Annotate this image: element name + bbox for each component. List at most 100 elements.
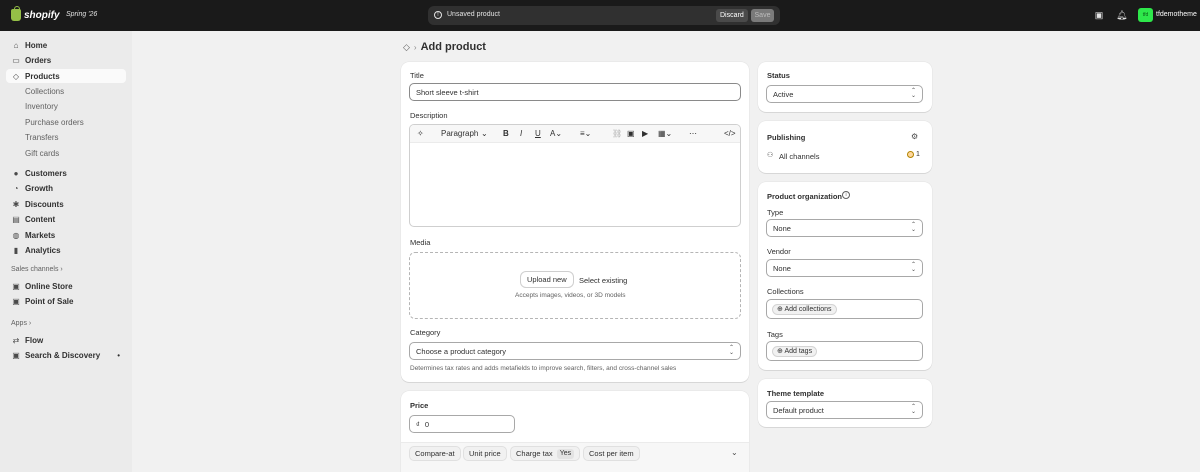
tags-input[interactable]: ⊕ Add tags — [766, 341, 923, 361]
category-label: Category — [410, 328, 441, 337]
title-input[interactable]: Short sleeve t-shirt — [409, 83, 741, 101]
channel-count: 1 — [916, 151, 920, 158]
media-dropzone[interactable] — [409, 252, 741, 319]
theme-template-label: Theme template — [767, 389, 825, 398]
sales-channels-heading[interactable]: Sales channels › — [11, 266, 63, 273]
sidebar-subitem-inventory[interactable]: Inventory — [25, 102, 58, 111]
chevron-up-down-icon: ⌃ ⌄ — [910, 222, 916, 233]
sidebar-item-label: Discounts — [25, 199, 64, 209]
compare-at-chip[interactable]: Compare-at — [409, 446, 461, 461]
description-editor[interactable]: ✧ Paragraph ⌄ B I U A⌄ ≡⌄ ⛓︎ ▣ ▶ ▦⌄ ⋯ </… — [409, 124, 741, 227]
organization-label: Product organization — [767, 192, 842, 201]
chip-label: Compare-at — [415, 449, 455, 458]
sidebar-item-label: Markets — [25, 230, 56, 240]
sidebar-item-label: Products — [25, 71, 60, 81]
type-select[interactable]: None ⌃ ⌄ — [766, 219, 923, 237]
discount-icon: ✱ — [12, 199, 20, 209]
store-name[interactable]: tfdemotheme — [1156, 11, 1197, 18]
charge-tax-value: Yes — [556, 448, 575, 459]
shopify-bag-icon — [11, 6, 21, 21]
apps-heading[interactable]: Apps › — [11, 320, 31, 327]
sidebar-item-label: Customers — [25, 168, 67, 178]
video-icon[interactable]: ▶ — [642, 129, 648, 139]
top-bar: shopify Spring '26 ! Unsaved product Dis… — [0, 0, 1200, 31]
chevron-up-down-icon: ⌃ ⌄ — [910, 404, 916, 415]
type-label: Type — [767, 208, 784, 217]
italic-icon[interactable]: I — [520, 129, 522, 139]
theme-template-value: Default product — [773, 405, 824, 415]
chip-label: Cost per item — [589, 449, 634, 458]
discard-button[interactable]: Discard — [716, 9, 748, 22]
chevron-down-icon[interactable]: ⌄ — [731, 448, 738, 457]
category-select[interactable]: Choose a product category ⌃ ⌄ — [409, 342, 741, 360]
vendor-select[interactable]: None ⌃ ⌄ — [766, 259, 923, 277]
sidebar-item-orders[interactable]: ▭ Orders — [6, 53, 126, 67]
charge-tax-chip[interactable]: Charge tax Yes — [510, 446, 581, 461]
sidebar-item-growth[interactable]: ◔ Growth — [6, 181, 126, 195]
chevron-down-icon[interactable]: ⌄ — [481, 129, 488, 139]
shopify-logo[interactable]: shopify — [11, 6, 60, 21]
text-color-icon[interactable]: A⌄ — [550, 129, 562, 139]
store-icon: ▣ — [12, 281, 20, 291]
bold-icon[interactable]: B — [503, 129, 509, 139]
flow-icon: ⇄ — [12, 335, 20, 345]
bell-icon[interactable]: 🔔︎ — [1116, 10, 1127, 20]
align-icon[interactable]: ≡⌄ — [580, 129, 591, 139]
media-hint: Accepts images, videos, or 3D models — [515, 292, 626, 299]
avatar[interactable]: tfd — [1138, 8, 1153, 22]
upload-new-button[interactable]: Upload new — [521, 272, 573, 287]
sidebar-item-content[interactable]: ▤ Content — [6, 212, 126, 226]
theme-template-select[interactable]: Default product ⌃ ⌄ — [766, 401, 923, 419]
chevron-up-down-icon: ⌃ ⌄ — [910, 262, 916, 273]
store-icon[interactable]: ▣ — [1094, 10, 1104, 20]
more-icon[interactable]: ⋯ — [689, 129, 697, 139]
all-channels-label[interactable]: All channels — [779, 152, 819, 161]
title-value: Short sleeve t-shirt — [416, 87, 479, 97]
globe-icon: ◍ — [12, 230, 20, 240]
sidebar-item-flow[interactable]: ⇄ Flow — [6, 333, 126, 347]
sidebar-subitem-transfers[interactable]: Transfers — [25, 133, 59, 142]
edition-label: Spring '26 — [66, 11, 98, 18]
magic-icon[interactable]: ✧ — [417, 129, 424, 139]
table-icon[interactable]: ▦⌄ — [658, 129, 672, 139]
code-icon[interactable]: </> — [724, 129, 736, 139]
sidebar-item-label: Flow — [25, 335, 44, 345]
sliders-icon[interactable]: ⚙︎ — [911, 132, 918, 141]
status-select[interactable]: Active ⌃ ⌄ — [766, 85, 923, 103]
unit-price-chip[interactable]: Unit price — [463, 446, 507, 461]
sidebar-item-search-discovery[interactable]: ▣ Search & Discovery • — [6, 348, 126, 362]
add-tags-button[interactable]: ⊕ Add tags — [772, 345, 818, 357]
tag-icon[interactable]: ◇ — [403, 42, 410, 53]
tag-icon: ◇ — [12, 71, 20, 81]
sidebar-item-customers[interactable]: ● Customers — [6, 166, 126, 180]
sidebar-item-home[interactable]: ⌂ Home — [6, 38, 126, 52]
sidebar-item-products[interactable]: ◇ Products — [6, 69, 126, 83]
chart-icon: ▮ — [13, 245, 19, 255]
add-collections-label: Add collections — [784, 305, 832, 313]
page-title: Add product — [420, 41, 486, 53]
media-label: Media — [410, 238, 431, 247]
channel-count-badge[interactable]: 1 — [907, 151, 920, 158]
link-icon[interactable]: ⛓︎ — [612, 129, 622, 139]
cost-per-item-chip[interactable]: Cost per item — [583, 446, 640, 461]
sidebar-item-label: Home — [25, 40, 48, 50]
underline-icon[interactable]: U — [535, 129, 541, 139]
sidebar-item-online-store[interactable]: ▣ Online Store — [6, 279, 126, 293]
add-collections-button[interactable]: ⊕ Add collections — [772, 303, 837, 315]
sidebar-subitem-collections[interactable]: Collections — [25, 87, 64, 96]
sidebar-subitem-purchase-orders[interactable]: Purchase orders — [25, 118, 84, 127]
select-existing-link[interactable]: Select existing — [579, 276, 627, 285]
save-button[interactable]: Save — [751, 9, 774, 22]
image-icon[interactable]: ▣ — [627, 129, 635, 139]
sidebar-subitem-gift-cards[interactable]: Gift cards — [25, 149, 59, 158]
brand-name: shopify — [24, 9, 60, 21]
sidebar-item-markets[interactable]: ◍ Markets — [6, 228, 126, 242]
paragraph-select[interactable]: Paragraph — [441, 129, 478, 139]
home-icon: ⌂ — [13, 40, 19, 50]
sidebar-item-discounts[interactable]: ✱ Discounts — [6, 197, 126, 211]
info-icon[interactable]: i — [842, 191, 850, 199]
sidebar-item-analytics[interactable]: ▮ Analytics — [6, 243, 126, 257]
sidebar-item-point-of-sale[interactable]: ▣ Point of Sale — [6, 294, 126, 308]
price-input[interactable]: ₫ 0 — [409, 415, 515, 433]
collections-input[interactable]: ⊕ Add collections — [766, 299, 923, 319]
